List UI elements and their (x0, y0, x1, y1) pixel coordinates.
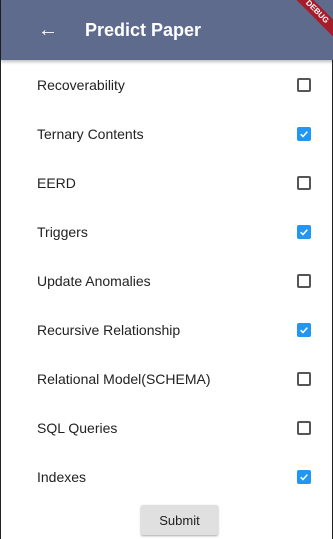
page-title: Predict Paper (85, 20, 202, 40)
topic-checkbox[interactable] (297, 420, 311, 435)
topic-checkbox[interactable] (297, 322, 311, 337)
topic-label: Update Anomalies (37, 272, 151, 289)
topic-label: EERD (37, 174, 76, 191)
topic-checkbox[interactable] (297, 371, 311, 386)
list-item[interactable]: Indexes (1, 452, 333, 501)
list-item[interactable]: Ternary Contents (1, 109, 333, 158)
topic-checkbox[interactable] (297, 273, 311, 288)
app-bar: ← Predict Paper DEBUG (1, 0, 333, 60)
check-icon (300, 473, 308, 481)
topic-checkbox[interactable] (297, 175, 311, 190)
topic-checkbox[interactable] (297, 224, 311, 239)
topic-label: Recoverability (37, 76, 125, 93)
topic-checkbox[interactable] (297, 469, 311, 484)
list-item[interactable]: Relational Model(SCHEMA) (1, 354, 333, 403)
topic-label: SQL Queries (37, 419, 118, 436)
debug-banner: DEBUG (288, 0, 333, 41)
list-item[interactable]: Recursive Relationship (1, 305, 333, 354)
submit-button[interactable]: Submit (141, 505, 218, 535)
list-item[interactable]: EERD (1, 158, 333, 207)
check-icon (300, 228, 308, 236)
check-icon (300, 326, 308, 334)
check-icon (300, 130, 308, 138)
topic-label: Relational Model(SCHEMA) (37, 370, 211, 387)
topic-label: Triggers (37, 223, 88, 240)
topic-label: Recursive Relationship (37, 321, 181, 338)
topic-checkbox[interactable] (297, 126, 311, 141)
arrow-left-icon[interactable]: ← (37, 15, 59, 45)
list-item[interactable]: Update Anomalies (1, 256, 333, 305)
topic-checkbox[interactable] (297, 77, 311, 92)
topic-label: Ternary Contents (37, 125, 144, 142)
topic-label: Indexes (37, 468, 87, 485)
list-item[interactable]: Triggers (1, 207, 333, 256)
list-item[interactable]: SQL Queries (1, 403, 333, 452)
app-frame: ← Predict Paper DEBUG Recoverability Ter… (0, 0, 333, 539)
topic-list: Recoverability Ternary Contents EERD Tri… (1, 60, 333, 501)
list-item[interactable]: Recoverability (1, 60, 333, 109)
